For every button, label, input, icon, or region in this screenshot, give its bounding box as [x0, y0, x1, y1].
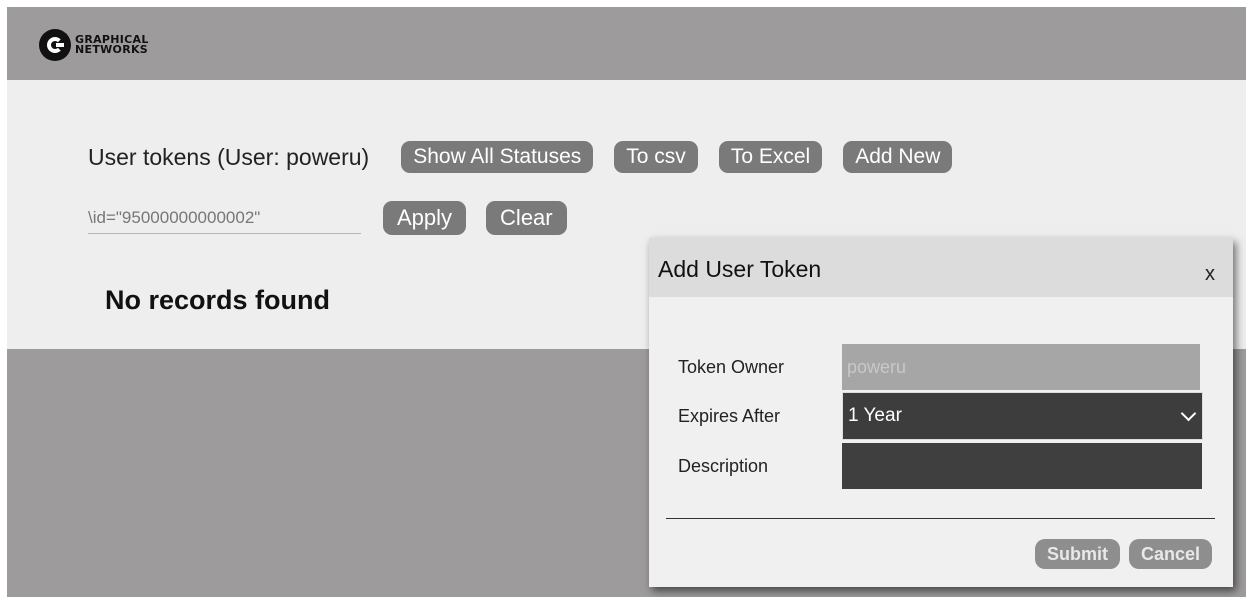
- show-all-statuses-button[interactable]: Show All Statuses: [401, 141, 594, 173]
- close-icon[interactable]: x: [1199, 262, 1221, 287]
- chevron-down-icon: [1180, 405, 1197, 421]
- empty-message: No records found: [105, 285, 331, 315]
- brand-logo[interactable]: GRAPHICAL NETWORKS: [39, 29, 149, 61]
- graphical-networks-logo-icon: [39, 29, 71, 61]
- submit-button[interactable]: Submit: [1034, 539, 1120, 569]
- description-row: Description: [678, 443, 1202, 489]
- toolbar: User tokens (User: poweru) Show All Stat…: [88, 141, 973, 173]
- brand-line-2: NETWORKS: [75, 43, 149, 56]
- brand-name: GRAPHICAL NETWORKS: [75, 34, 149, 56]
- filter-input[interactable]: [88, 202, 361, 234]
- filter-row: Apply Clear: [88, 201, 587, 235]
- cancel-button[interactable]: Cancel: [1128, 539, 1212, 569]
- dialog-header: Add User Token x: [649, 238, 1233, 297]
- to-excel-button[interactable]: To Excel: [718, 141, 823, 173]
- add-new-button[interactable]: Add New: [843, 141, 953, 173]
- clear-button[interactable]: Clear: [486, 201, 567, 235]
- expires-after-row: Expires After 1 Year: [678, 392, 1203, 440]
- description-field[interactable]: [842, 443, 1202, 489]
- description-label: Description: [678, 455, 769, 476]
- dialog-footer: Submit Cancel: [1026, 539, 1212, 569]
- expires-after-select[interactable]: 1 Year: [842, 392, 1203, 440]
- expires-after-label: Expires After: [678, 405, 781, 426]
- dialog-title: Add User Token: [658, 256, 822, 282]
- app-window: GRAPHICAL NETWORKS User tokens (User: po…: [7, 7, 1246, 597]
- token-owner-field: [842, 344, 1200, 390]
- to-csv-button[interactable]: To csv: [614, 141, 698, 173]
- page-title: User tokens (User: poweru): [88, 143, 370, 170]
- dialog-divider: [666, 518, 1215, 519]
- header-bar: GRAPHICAL NETWORKS: [7, 7, 1246, 80]
- apply-button[interactable]: Apply: [383, 201, 467, 235]
- token-owner-label: Token Owner: [678, 356, 785, 377]
- add-user-token-dialog: Add User Token x Token Owner Expires Aft…: [649, 238, 1233, 587]
- token-owner-row: Token Owner: [678, 344, 1200, 390]
- expires-after-value: 1 Year: [848, 405, 902, 426]
